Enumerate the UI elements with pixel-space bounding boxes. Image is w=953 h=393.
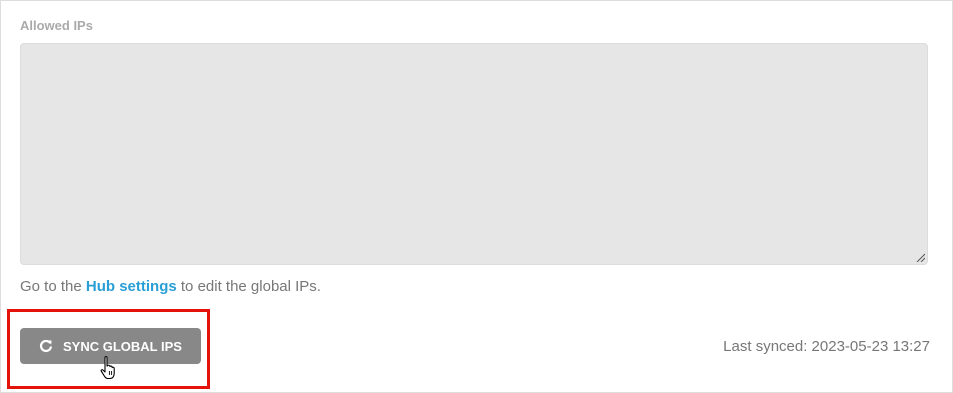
allowed-ips-label: Allowed IPs [20,18,93,33]
global-ips-panel: Allowed IPs Go to the Hub settings to ed… [0,0,953,393]
help-text-suffix: to edit the global IPs. [176,278,321,295]
resize-handle-icon[interactable] [915,252,925,262]
help-text-prefix: Go to the [20,278,86,295]
hand-cursor-icon [100,356,115,380]
sync-global-ips-label: SYNC GLOBAL IPS [63,338,182,354]
hub-settings-link[interactable]: Hub settings [86,278,177,295]
allowed-ips-textarea[interactable] [20,43,928,265]
help-text: Go to the Hub settings to edit the globa… [20,278,321,295]
refresh-icon [39,339,53,353]
last-synced-text: Last synced: 2023-05-23 13:27 [723,338,930,355]
